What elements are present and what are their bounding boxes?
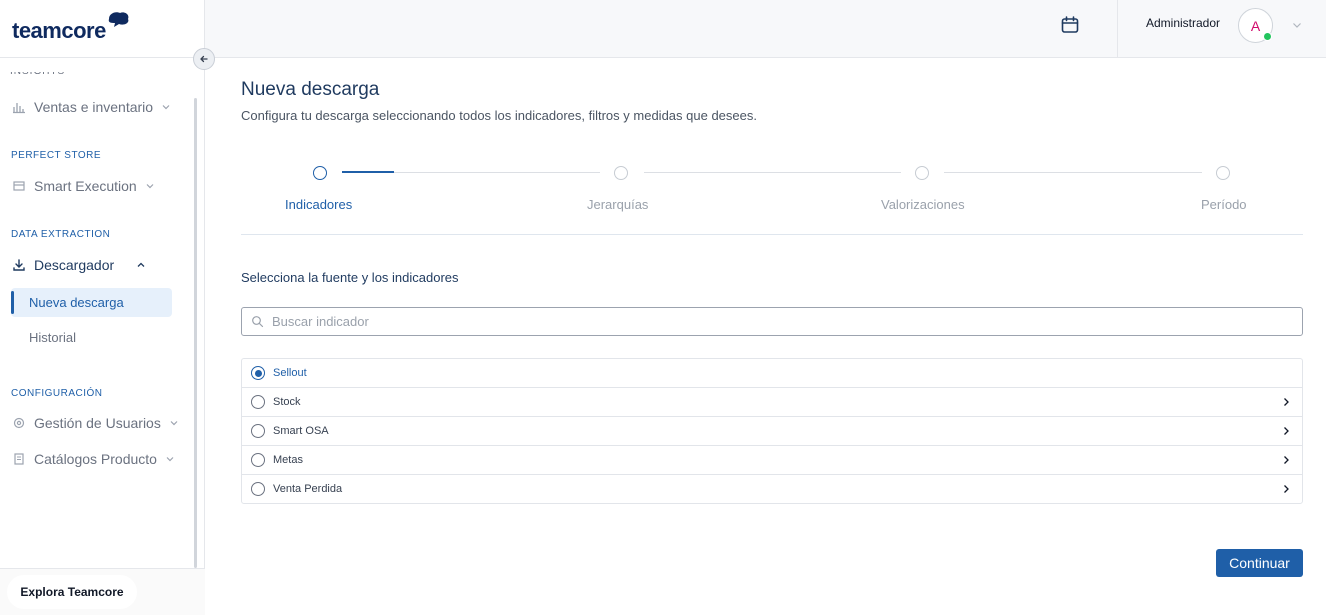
online-status-dot bbox=[1263, 32, 1272, 41]
top-header: Administrador A bbox=[205, 0, 1326, 58]
source-row-sellout[interactable]: Sellout bbox=[242, 359, 1302, 388]
logo-text: teamcore bbox=[12, 18, 106, 43]
logo[interactable]: teamcore bbox=[0, 0, 204, 58]
user-name: Administrador bbox=[1146, 16, 1221, 30]
chevron-right-icon[interactable] bbox=[1280, 483, 1292, 495]
source-label: Venta Perdida bbox=[273, 483, 343, 495]
source-label: Smart OSA bbox=[273, 425, 329, 437]
source-row-stock[interactable]: Stock bbox=[242, 388, 1302, 417]
source-label: Metas bbox=[273, 454, 303, 466]
section-label-configuracion: CONFIGURACIÓN bbox=[11, 388, 103, 399]
sidebar-item-smart-execution[interactable]: Smart Execution bbox=[11, 175, 181, 197]
collapse-sidebar-button[interactable] bbox=[193, 48, 215, 70]
explore-footer: Explora Teamcore bbox=[0, 568, 205, 615]
sidebar-item-label: Ventas e inventario bbox=[34, 99, 154, 115]
step-label-valorizaciones[interactable]: Valorizaciones bbox=[881, 197, 965, 212]
catalog-icon bbox=[11, 451, 27, 467]
download-icon bbox=[11, 257, 27, 273]
chevron-up-icon bbox=[136, 257, 146, 273]
store-icon bbox=[11, 178, 27, 194]
step-progress-line bbox=[342, 171, 394, 173]
radio-button[interactable] bbox=[251, 453, 265, 467]
step-connector-line bbox=[644, 172, 901, 173]
page-title: Nueva descarga bbox=[241, 79, 380, 100]
source-row-venta-perdida[interactable]: Venta Perdida bbox=[242, 475, 1302, 503]
chevron-down-icon[interactable] bbox=[1291, 19, 1303, 31]
search-icon bbox=[252, 316, 264, 328]
sidebar-scrollbar[interactable] bbox=[194, 98, 197, 568]
bar-chart-icon bbox=[11, 99, 27, 115]
continue-button[interactable]: Continuar bbox=[1216, 549, 1303, 577]
calendar-icon[interactable] bbox=[1060, 15, 1080, 35]
chevron-down-icon bbox=[169, 415, 179, 431]
step-connector-line bbox=[394, 172, 600, 173]
stepper: Indicadores Jerarquías Valorizaciones Pe… bbox=[241, 158, 1303, 235]
chevron-right-icon[interactable] bbox=[1280, 396, 1292, 408]
sidebar-subitem-historial[interactable]: Historial bbox=[11, 323, 172, 352]
radio-button[interactable] bbox=[251, 366, 265, 380]
step-label-periodo[interactable]: Período bbox=[1201, 197, 1247, 212]
page-subtitle: Configura tu descarga seleccionando todo… bbox=[241, 108, 757, 123]
source-row-smart-osa[interactable]: Smart OSA bbox=[242, 417, 1302, 446]
gear-icon bbox=[11, 415, 27, 431]
section-label-data-extraction: DATA EXTRACTION bbox=[11, 229, 111, 240]
radio-button[interactable] bbox=[251, 424, 265, 438]
sidebar-item-label: Catálogos Producto bbox=[34, 451, 157, 467]
sidebar-item-label: Descargador bbox=[34, 257, 115, 273]
search-box bbox=[241, 307, 1303, 336]
source-list: Sellout Stock Smart OSA Metas Venta Perd… bbox=[241, 358, 1303, 504]
logo-bubble-icon bbox=[108, 12, 129, 27]
radio-button[interactable] bbox=[251, 482, 265, 496]
chevron-right-icon[interactable] bbox=[1280, 425, 1292, 437]
source-row-metas[interactable]: Metas bbox=[242, 446, 1302, 475]
section-label-insights: INSIGHTS bbox=[10, 72, 65, 78]
section-label-perfect-store: PERFECT STORE bbox=[11, 150, 102, 161]
chevron-down-icon bbox=[161, 99, 171, 115]
source-label: Stock bbox=[273, 396, 301, 408]
app-root: teamcore INSIGHTS Ventas e inventario PE… bbox=[0, 0, 1326, 615]
step-indicator-periodo bbox=[1216, 166, 1230, 180]
step-label-jerarquias[interactable]: Jerarquías bbox=[587, 197, 648, 212]
arrow-left-icon bbox=[200, 55, 208, 63]
radio-button[interactable] bbox=[251, 395, 265, 409]
sidebar-item-label: Gestión de Usuarios bbox=[34, 415, 161, 431]
chevron-down-icon bbox=[165, 451, 175, 467]
sidebar-item-descargador[interactable]: Descargador bbox=[11, 254, 181, 276]
chevron-down-icon bbox=[145, 178, 155, 194]
step-indicator-valorizaciones bbox=[915, 166, 929, 180]
explore-teamcore-button[interactable]: Explora Teamcore bbox=[7, 575, 137, 609]
sidebar-item-catalogos[interactable]: Catálogos Producto bbox=[11, 448, 181, 470]
sidebar-subitem-nueva-descarga[interactable]: Nueva descarga bbox=[11, 288, 172, 317]
step-indicator-jerarquias bbox=[614, 166, 628, 180]
step-indicator-indicadores bbox=[313, 166, 327, 180]
section-title: Selecciona la fuente y los indicadores bbox=[241, 270, 459, 285]
chevron-right-icon[interactable] bbox=[1280, 454, 1292, 466]
source-label: Sellout bbox=[273, 367, 307, 379]
search-input[interactable] bbox=[272, 314, 1172, 329]
sidebar-item-label: Smart Execution bbox=[34, 178, 137, 194]
sidebar-item-ventas[interactable]: Ventas e inventario bbox=[11, 96, 181, 118]
sidebar-item-gestion-usuarios[interactable]: Gestión de Usuarios bbox=[11, 412, 181, 434]
step-label-indicadores[interactable]: Indicadores bbox=[285, 197, 352, 212]
sidebar: teamcore INSIGHTS Ventas e inventario PE… bbox=[0, 0, 215, 615]
header-divider bbox=[1117, 0, 1118, 58]
step-connector-line bbox=[944, 172, 1202, 173]
